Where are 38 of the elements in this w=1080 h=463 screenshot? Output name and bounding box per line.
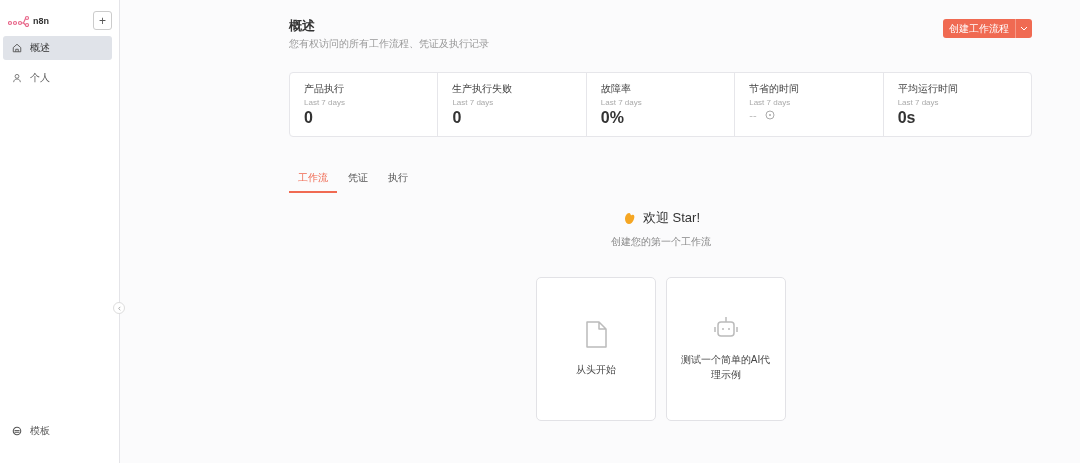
collapse-handle[interactable]: [113, 302, 125, 314]
stat-period: Last 7 days: [749, 98, 792, 107]
stat-label: 节省的时间: [749, 82, 801, 96]
welcome-heading: 欢迎 Star!: [642, 209, 701, 227]
tab[interactable]: 凭证: [339, 167, 377, 193]
stat-value: 0%: [600, 109, 624, 127]
stat-value: --: [749, 109, 757, 121]
stat-value: 0: [304, 109, 313, 127]
start-card[interactable]: 测试一个简单的AI代理示例: [665, 277, 786, 421]
dropdown-button[interactable]: [1015, 19, 1032, 38]
home-icon: [12, 43, 22, 53]
stat-value: 0s: [897, 109, 916, 127]
info-icon: [764, 110, 775, 120]
template-icon: [12, 426, 22, 436]
page-subtitle: 您有权访问的所有工作流程、凭证及执行记录: [289, 37, 489, 51]
stat-period: Last 7 days: [452, 98, 495, 107]
stat-value: 0: [452, 109, 462, 127]
person-icon: [12, 73, 22, 83]
stat-label: 故障率: [600, 82, 632, 96]
logo-text: n8n: [33, 15, 49, 26]
caret-icon: [1020, 26, 1028, 31]
stat-label: 平均运行时间: [897, 82, 959, 96]
robot-icon: [712, 316, 739, 338]
sidebar-item[interactable]: 个人: [3, 66, 112, 90]
page-title: 概述: [289, 17, 316, 35]
welcome-subtitle: 创建您的第一个工作流: [610, 235, 711, 249]
stat-label: 产品执行: [304, 82, 345, 96]
stat-period: Last 7 days: [897, 98, 940, 107]
tab[interactable]: 执行: [379, 167, 417, 193]
sidebar-item[interactable]: 概述: [3, 36, 112, 60]
start-card[interactable]: 从头开始: [535, 277, 656, 421]
sidebar-item[interactable]: 模板: [3, 419, 112, 443]
stat-period: Last 7 days: [304, 98, 346, 107]
logo-icon: [8, 14, 30, 27]
file-icon: [584, 321, 607, 348]
add-button[interactable]: +: [93, 11, 112, 30]
stat-label: 生产执行失败: [452, 82, 514, 96]
stat-period: Last 7 days: [600, 98, 643, 107]
